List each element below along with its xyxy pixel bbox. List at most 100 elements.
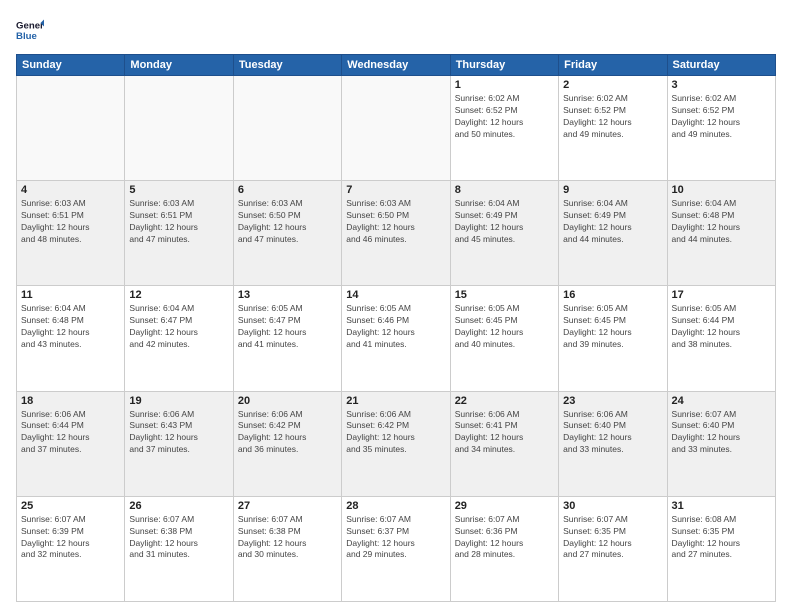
weekday-header-saturday: Saturday <box>667 55 775 76</box>
day-info: Sunrise: 6:02 AM Sunset: 6:52 PM Dayligh… <box>563 93 662 141</box>
day-number: 30 <box>563 500 662 512</box>
day-number: 31 <box>672 500 771 512</box>
day-info: Sunrise: 6:07 AM Sunset: 6:38 PM Dayligh… <box>238 514 337 562</box>
day-info: Sunrise: 6:05 AM Sunset: 6:45 PM Dayligh… <box>455 303 554 351</box>
day-info: Sunrise: 6:04 AM Sunset: 6:48 PM Dayligh… <box>21 303 120 351</box>
calendar-week-3: 18 Sunrise: 6:06 AM Sunset: 6:44 PM Dayli… <box>17 391 776 496</box>
day-info: Sunrise: 6:03 AM Sunset: 6:50 PM Dayligh… <box>346 198 445 246</box>
calendar-cell: 23Sunrise: 6:06 AM Sunset: 6:40 PM Dayli… <box>559 391 667 496</box>
day-number: 20 <box>238 395 337 407</box>
calendar-cell: 22Sunrise: 6:06 AM Sunset: 6:41 PM Dayli… <box>450 391 558 496</box>
day-info: Sunrise: 6:06 AM Sunset: 6:42 PM Dayligh… <box>346 409 445 457</box>
calendar-cell: 29 Sunrise: 6:07 AM Sunset: 6:36 PM Dayli… <box>450 496 558 601</box>
day-info: Sunrise: 6:06 AM Sunset: 6:40 PM Dayligh… <box>563 409 662 457</box>
day-info: Sunrise: 6:02 AM Sunset: 6:52 PM Dayligh… <box>455 93 554 141</box>
day-number: 27 <box>238 500 337 512</box>
calendar-cell: 27 Sunrise: 6:07 AM Sunset: 6:38 PM Dayli… <box>233 496 341 601</box>
calendar-week-4: 25 Sunrise: 6:07 AM Sunset: 6:39 PM Dayli… <box>17 496 776 601</box>
day-info: Sunrise: 6:03 AM Sunset: 6:50 PM Dayligh… <box>238 198 337 246</box>
weekday-header-wednesday: Wednesday <box>342 55 450 76</box>
day-info: Sunrise: 6:05 AM Sunset: 6:46 PM Dayligh… <box>346 303 445 351</box>
calendar-cell: 28 Sunrise: 6:07 AM Sunset: 6:37 PM Dayli… <box>342 496 450 601</box>
day-info: Sunrise: 6:06 AM Sunset: 6:42 PM Dayligh… <box>238 409 337 457</box>
calendar-week-1: 4 Sunrise: 6:03 AM Sunset: 6:51 PM Daylig… <box>17 181 776 286</box>
day-info: Sunrise: 6:07 AM Sunset: 6:39 PM Dayligh… <box>21 514 120 562</box>
calendar-cell <box>342 76 450 181</box>
day-info: Sunrise: 6:07 AM Sunset: 6:37 PM Dayligh… <box>346 514 445 562</box>
day-number: 5 <box>129 184 228 196</box>
day-number: 25 <box>21 500 120 512</box>
weekday-header-sunday: Sunday <box>17 55 125 76</box>
calendar-cell: 3Sunrise: 6:02 AM Sunset: 6:52 PM Daylig… <box>667 76 775 181</box>
calendar-cell: 14 Sunrise: 6:05 AM Sunset: 6:46 PM Dayli… <box>342 286 450 391</box>
calendar-cell: 9 Sunrise: 6:04 AM Sunset: 6:49 PM Daylig… <box>559 181 667 286</box>
calendar-cell: 11 Sunrise: 6:04 AM Sunset: 6:48 PM Dayli… <box>17 286 125 391</box>
calendar-cell: 5 Sunrise: 6:03 AM Sunset: 6:51 PM Daylig… <box>125 181 233 286</box>
weekday-header-monday: Monday <box>125 55 233 76</box>
day-number: 1 <box>455 79 554 91</box>
calendar-cell: 6Sunrise: 6:03 AM Sunset: 6:50 PM Daylig… <box>233 181 341 286</box>
day-info: Sunrise: 6:06 AM Sunset: 6:44 PM Dayligh… <box>21 409 120 457</box>
calendar-cell <box>233 76 341 181</box>
calendar-cell: 10Sunrise: 6:04 AM Sunset: 6:48 PM Dayli… <box>667 181 775 286</box>
calendar-cell: 12Sunrise: 6:04 AM Sunset: 6:47 PM Dayli… <box>125 286 233 391</box>
calendar-cell: 13Sunrise: 6:05 AM Sunset: 6:47 PM Dayli… <box>233 286 341 391</box>
day-info: Sunrise: 6:07 AM Sunset: 6:36 PM Dayligh… <box>455 514 554 562</box>
day-info: Sunrise: 6:04 AM Sunset: 6:49 PM Dayligh… <box>455 198 554 246</box>
calendar-cell: 4 Sunrise: 6:03 AM Sunset: 6:51 PM Daylig… <box>17 181 125 286</box>
weekday-header-tuesday: Tuesday <box>233 55 341 76</box>
calendar-cell: 19 Sunrise: 6:06 AM Sunset: 6:43 PM Dayli… <box>125 391 233 496</box>
calendar-cell <box>17 76 125 181</box>
day-info: Sunrise: 6:05 AM Sunset: 6:44 PM Dayligh… <box>672 303 771 351</box>
logo-icon: General Blue <box>16 16 44 44</box>
calendar-cell: 18 Sunrise: 6:06 AM Sunset: 6:44 PM Dayli… <box>17 391 125 496</box>
page: General Blue SundayMondayTuesdayWednesda… <box>0 0 792 612</box>
svg-text:General: General <box>16 20 44 31</box>
day-info: Sunrise: 6:07 AM Sunset: 6:38 PM Dayligh… <box>129 514 228 562</box>
day-number: 15 <box>455 289 554 301</box>
calendar-cell: 31 Sunrise: 6:08 AM Sunset: 6:35 PM Dayli… <box>667 496 775 601</box>
day-info: Sunrise: 6:04 AM Sunset: 6:49 PM Dayligh… <box>563 198 662 246</box>
calendar-cell: 16 Sunrise: 6:05 AM Sunset: 6:45 PM Dayli… <box>559 286 667 391</box>
calendar-week-2: 11 Sunrise: 6:04 AM Sunset: 6:48 PM Dayli… <box>17 286 776 391</box>
calendar-cell: 8 Sunrise: 6:04 AM Sunset: 6:49 PM Daylig… <box>450 181 558 286</box>
day-number: 7 <box>346 184 445 196</box>
day-number: 28 <box>346 500 445 512</box>
day-info: Sunrise: 6:06 AM Sunset: 6:43 PM Dayligh… <box>129 409 228 457</box>
day-number: 14 <box>346 289 445 301</box>
header: General Blue <box>16 16 776 44</box>
day-number: 18 <box>21 395 120 407</box>
calendar-table: SundayMondayTuesdayWednesdayThursdayFrid… <box>16 54 776 602</box>
logo: General Blue <box>16 16 44 44</box>
calendar-cell: 20 Sunrise: 6:06 AM Sunset: 6:42 PM Dayli… <box>233 391 341 496</box>
day-number: 4 <box>21 184 120 196</box>
day-info: Sunrise: 6:06 AM Sunset: 6:41 PM Dayligh… <box>455 409 554 457</box>
day-number: 8 <box>455 184 554 196</box>
calendar-cell: 1 Sunrise: 6:02 AM Sunset: 6:52 PM Daylig… <box>450 76 558 181</box>
calendar-cell: 25 Sunrise: 6:07 AM Sunset: 6:39 PM Dayli… <box>17 496 125 601</box>
day-info: Sunrise: 6:05 AM Sunset: 6:47 PM Dayligh… <box>238 303 337 351</box>
day-info: Sunrise: 6:08 AM Sunset: 6:35 PM Dayligh… <box>672 514 771 562</box>
day-number: 16 <box>563 289 662 301</box>
day-number: 29 <box>455 500 554 512</box>
day-number: 19 <box>129 395 228 407</box>
calendar-week-0: 1 Sunrise: 6:02 AM Sunset: 6:52 PM Daylig… <box>17 76 776 181</box>
calendar-cell: 7 Sunrise: 6:03 AM Sunset: 6:50 PM Daylig… <box>342 181 450 286</box>
day-info: Sunrise: 6:03 AM Sunset: 6:51 PM Dayligh… <box>21 198 120 246</box>
day-info: Sunrise: 6:07 AM Sunset: 6:35 PM Dayligh… <box>563 514 662 562</box>
day-info: Sunrise: 6:04 AM Sunset: 6:48 PM Dayligh… <box>672 198 771 246</box>
day-number: 3 <box>672 79 771 91</box>
day-number: 24 <box>672 395 771 407</box>
day-number: 9 <box>563 184 662 196</box>
day-info: Sunrise: 6:03 AM Sunset: 6:51 PM Dayligh… <box>129 198 228 246</box>
day-number: 26 <box>129 500 228 512</box>
day-info: Sunrise: 6:07 AM Sunset: 6:40 PM Dayligh… <box>672 409 771 457</box>
calendar-cell <box>125 76 233 181</box>
day-number: 12 <box>129 289 228 301</box>
day-number: 17 <box>672 289 771 301</box>
calendar-cell: 2 Sunrise: 6:02 AM Sunset: 6:52 PM Daylig… <box>559 76 667 181</box>
day-number: 11 <box>21 289 120 301</box>
day-info: Sunrise: 6:05 AM Sunset: 6:45 PM Dayligh… <box>563 303 662 351</box>
calendar-cell: 15 Sunrise: 6:05 AM Sunset: 6:45 PM Dayli… <box>450 286 558 391</box>
day-number: 2 <box>563 79 662 91</box>
